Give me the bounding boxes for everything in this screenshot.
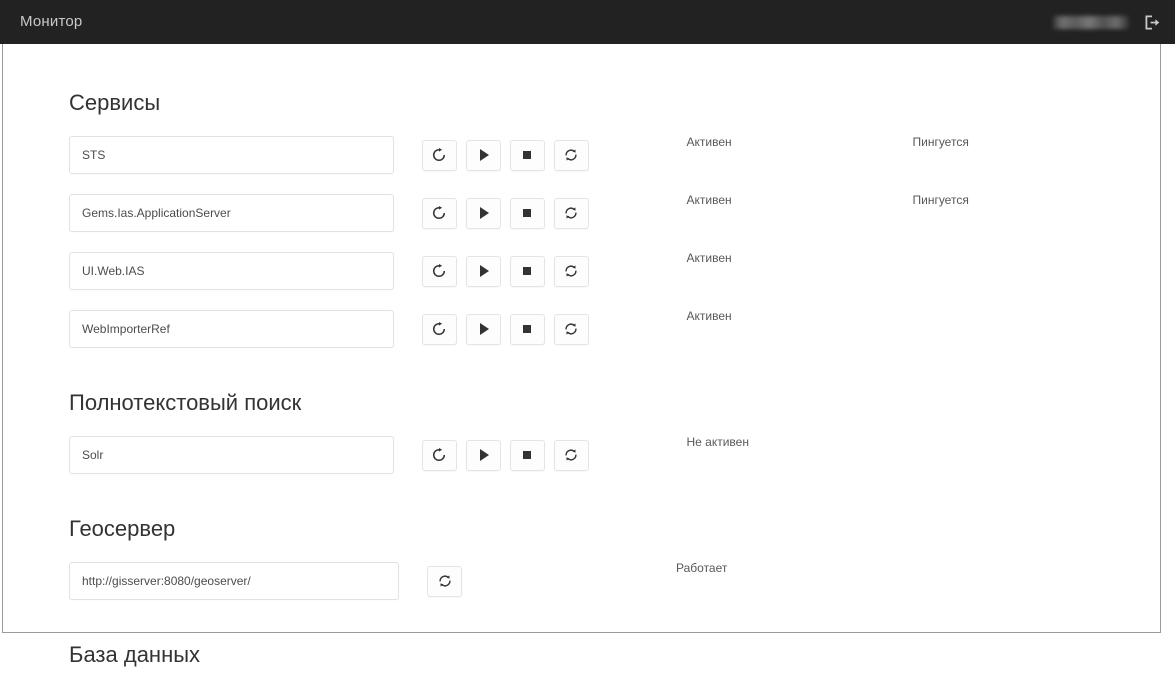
- refresh-button[interactable]: [427, 565, 462, 597]
- service-row: http://gisserver:8080/geoserver/ Работае…: [69, 552, 1109, 610]
- app-root: Монитор Сервисы STS Активен Пингуется Ge…: [0, 0, 1175, 673]
- ping-badge: [906, 552, 1106, 561]
- row-action-buttons: [421, 255, 589, 287]
- section-rows: http://gisserver:8080/geoserver/ Работае…: [69, 552, 1109, 610]
- restart-icon: [432, 206, 446, 220]
- service-row: Solr Не активен: [69, 426, 1109, 484]
- row-action-buttons: [421, 439, 589, 471]
- service-name-input[interactable]: UI.Web.IAS: [69, 252, 394, 290]
- restart-button[interactable]: [421, 139, 457, 171]
- service-row: WebImporterRef Активен: [69, 300, 1109, 358]
- stop-icon: [523, 325, 531, 333]
- stop-icon: [523, 209, 531, 217]
- ping-badge: [912, 300, 1109, 309]
- section-title: База данных: [69, 642, 201, 667]
- restart-icon: [432, 264, 446, 278]
- restart-icon: [432, 448, 446, 462]
- restart-icon: [432, 322, 446, 336]
- service-name-input[interactable]: Gems.Ias.ApplicationServer: [69, 194, 394, 232]
- start-button[interactable]: [465, 439, 501, 471]
- stop-button[interactable]: [509, 255, 545, 287]
- start-button[interactable]: [465, 197, 501, 229]
- section-fulltext-search: Полнотекстовый поиск Solr Не активен: [69, 390, 1109, 484]
- stop-button[interactable]: [509, 139, 545, 171]
- restart-button[interactable]: [421, 439, 457, 471]
- section-title: Полнотекстовый поиск: [69, 390, 302, 415]
- restart-button[interactable]: [421, 255, 457, 287]
- refresh-button[interactable]: [553, 255, 589, 287]
- stop-button[interactable]: [509, 439, 545, 471]
- stop-button[interactable]: [509, 313, 545, 345]
- section-geoserver: Геосервер http://gisserver:8080/geoserve…: [69, 516, 1109, 610]
- logout-icon[interactable]: [1139, 9, 1163, 35]
- play-icon: [479, 149, 489, 161]
- play-icon: [479, 449, 489, 461]
- service-row: UI.Web.IAS Активен: [69, 242, 1109, 300]
- ping-badge: [912, 426, 1109, 435]
- status-badge: Работает: [676, 561, 728, 575]
- section-rows: Solr Не активен: [69, 426, 1109, 484]
- row-action-buttons: [427, 565, 462, 597]
- refresh-button[interactable]: [553, 139, 589, 171]
- username-label: [1053, 15, 1129, 29]
- refresh-button[interactable]: [553, 313, 589, 345]
- app-title: Монитор: [20, 13, 83, 30]
- service-name-input[interactable]: STS: [69, 136, 394, 174]
- ping-badge: Пингуется: [912, 135, 969, 149]
- refresh-icon: [564, 322, 578, 336]
- top-navbar: Монитор: [0, 0, 1175, 44]
- service-name-input[interactable]: Solr: [69, 436, 394, 474]
- refresh-icon: [564, 148, 578, 162]
- refresh-icon: [438, 574, 452, 588]
- section-title: Сервисы: [69, 90, 161, 115]
- stop-icon: [523, 151, 531, 159]
- stop-icon: [523, 267, 531, 275]
- row-action-buttons: [421, 313, 589, 345]
- start-button[interactable]: [465, 255, 501, 287]
- refresh-icon: [564, 448, 578, 462]
- status-badge: Активен: [686, 135, 732, 149]
- restart-button[interactable]: [421, 197, 457, 229]
- service-row: STS Активен Пингуется: [69, 126, 1109, 184]
- ping-badge: Пингуется: [912, 193, 969, 207]
- page-content: Сервисы STS Активен Пингуется Gems.Ias.A…: [69, 90, 1109, 673]
- section-rows: STS Активен Пингуется Gems.Ias.Applicati…: [69, 126, 1109, 358]
- service-name-input[interactable]: WebImporterRef: [69, 310, 394, 348]
- row-action-buttons: [421, 139, 589, 171]
- status-badge: Активен: [686, 309, 732, 323]
- play-icon: [479, 207, 489, 219]
- refresh-icon: [564, 206, 578, 220]
- stop-icon: [523, 451, 531, 459]
- service-row: Gems.Ias.ApplicationServer Активен Пингу…: [69, 184, 1109, 242]
- status-badge: Не активен: [686, 435, 749, 449]
- restart-button[interactable]: [421, 313, 457, 345]
- refresh-button[interactable]: [553, 439, 589, 471]
- section-services: Сервисы STS Активен Пингуется Gems.Ias.A…: [69, 90, 1109, 358]
- start-button[interactable]: [465, 313, 501, 345]
- stop-button[interactable]: [509, 197, 545, 229]
- navbar-right-group: [1053, 9, 1163, 35]
- page-frame: Сервисы STS Активен Пингуется Gems.Ias.A…: [2, 44, 1161, 667]
- ping-badge: [912, 242, 1109, 251]
- status-badge: Активен: [686, 251, 732, 265]
- play-icon: [479, 323, 489, 335]
- play-icon: [479, 265, 489, 277]
- status-badge: Активен: [686, 193, 732, 207]
- restart-icon: [432, 148, 446, 162]
- start-button[interactable]: [465, 139, 501, 171]
- section-title: Геосервер: [69, 516, 176, 541]
- refresh-icon: [564, 264, 578, 278]
- section-database: База данных Server=192.168.0.221;Port=54…: [69, 642, 1109, 673]
- row-action-buttons: [421, 197, 589, 229]
- refresh-button[interactable]: [553, 197, 589, 229]
- geoserver-url-input[interactable]: http://gisserver:8080/geoserver/: [69, 562, 399, 600]
